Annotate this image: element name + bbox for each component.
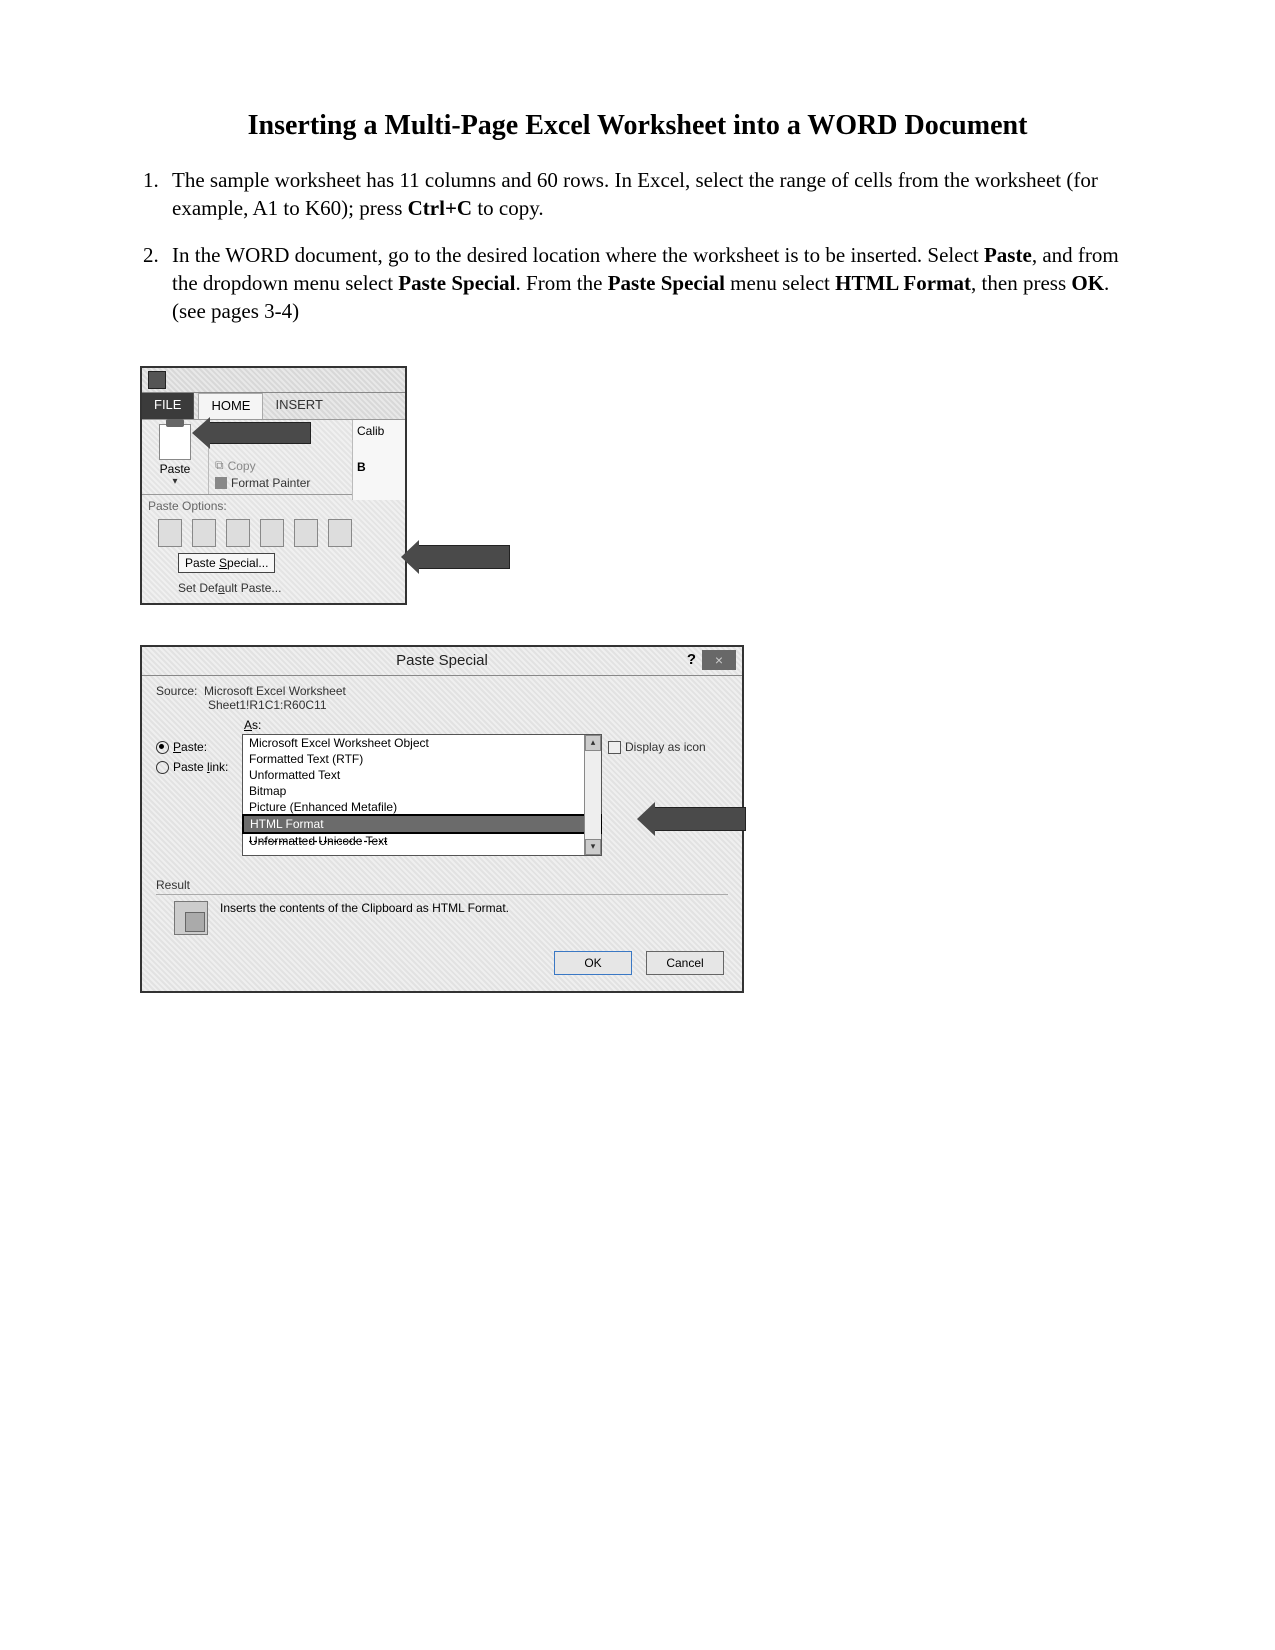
step1-shortcut: Ctrl+C bbox=[408, 196, 472, 220]
dialog-titlebar: Paste Special ? × bbox=[142, 647, 742, 676]
radio-paste-link[interactable]: Paste link: bbox=[156, 760, 236, 774]
paste-special-menu-item[interactable]: Paste Special... bbox=[178, 553, 275, 573]
step1-text-a: The sample worksheet has 11 columns and … bbox=[172, 168, 1098, 220]
set-default-paste-menu-item[interactable]: Set Default Paste... bbox=[178, 581, 399, 595]
result-section: Result Inserts the contents of the Clipb… bbox=[156, 878, 728, 935]
display-as-icon-checkbox[interactable]: Display as icon bbox=[608, 740, 706, 754]
font-name-fragment[interactable]: Calib bbox=[357, 424, 401, 438]
list-item[interactable]: Microsoft Excel Worksheet Object bbox=[243, 735, 601, 751]
step2-e: . From the bbox=[516, 271, 608, 295]
paste-icon bbox=[159, 424, 191, 460]
paste-special-dialog: Paste Special ? × Source: Microsoft Exce… bbox=[140, 645, 744, 993]
display-as-icon-label: Display as icon bbox=[625, 740, 706, 754]
result-label: Result bbox=[156, 878, 206, 895]
list-item[interactable]: Picture (Enhanced Metafile) bbox=[243, 799, 601, 815]
callout-arrow-icon bbox=[654, 807, 746, 831]
list-item[interactable]: Formatted Text (RTF) bbox=[243, 751, 601, 767]
step2-g: menu select bbox=[725, 271, 835, 295]
font-group-fragment: Calib B bbox=[352, 420, 405, 500]
callout-arrow-icon bbox=[209, 422, 311, 444]
format-painter-label: Format Painter bbox=[231, 476, 310, 490]
checkbox-icon bbox=[608, 741, 621, 754]
steps-list: The sample worksheet has 11 columns and … bbox=[130, 166, 1145, 326]
list-item[interactable]: Unformatted Unicode Text bbox=[243, 833, 601, 849]
paste-option-icon-1[interactable] bbox=[158, 519, 182, 547]
brush-icon bbox=[215, 477, 227, 489]
ok-button[interactable]: OK bbox=[554, 951, 632, 975]
paste-option-icon-4[interactable] bbox=[260, 519, 284, 547]
ribbon-tabs: FILE HOME INSERT bbox=[142, 393, 405, 419]
radio-icon bbox=[156, 741, 169, 754]
format-listbox[interactable]: Microsoft Excel Worksheet Object Formatt… bbox=[242, 734, 602, 856]
step2-j: OK bbox=[1071, 271, 1104, 295]
paste-options-label: Paste Options: bbox=[148, 499, 399, 513]
step2-b: Paste bbox=[984, 243, 1032, 267]
paste-option-icon-2[interactable] bbox=[192, 519, 216, 547]
dialog-title: Paste Special bbox=[396, 652, 488, 669]
result-text: Inserts the contents of the Clipboard as… bbox=[220, 901, 509, 935]
source-label: Source: bbox=[156, 684, 197, 698]
word-app-icon bbox=[148, 371, 166, 389]
dialog-buttons: OK Cancel bbox=[142, 935, 742, 991]
step2-f: Paste Special bbox=[608, 271, 725, 295]
paste-option-icon-5[interactable] bbox=[294, 519, 318, 547]
paste-option-icon-3[interactable] bbox=[226, 519, 250, 547]
radio-icon bbox=[156, 761, 169, 774]
step2-i: , then press bbox=[971, 271, 1071, 295]
tab-file[interactable]: FILE bbox=[142, 393, 194, 419]
display-as-icon-group: Display as icon bbox=[608, 718, 728, 856]
as-label: As: bbox=[244, 718, 602, 732]
scroll-up-icon[interactable]: ▴ bbox=[585, 735, 601, 751]
paste-label: Paste bbox=[142, 462, 208, 476]
word-ribbon-panel: FILE HOME INSERT Paste ▾ ✂Cut ⧉Copy Form… bbox=[140, 366, 407, 605]
step-2: In the WORD document, go to the desired … bbox=[164, 241, 1145, 326]
list-item[interactable]: Bitmap bbox=[243, 783, 601, 799]
callout-arrow-icon bbox=[418, 545, 510, 569]
list-item-selected[interactable]: HTML Format bbox=[242, 814, 602, 834]
list-item[interactable]: Unformatted Text bbox=[243, 767, 601, 783]
source-line2: Sheet1!R1C1:R60C11 bbox=[208, 698, 327, 712]
scroll-down-icon[interactable]: ▾ bbox=[585, 839, 601, 855]
step-1: The sample worksheet has 11 columns and … bbox=[164, 166, 1145, 223]
listbox-scrollbar[interactable]: ▴ ▾ bbox=[584, 735, 601, 855]
paste-mode-radios: Paste: Paste link: bbox=[156, 718, 236, 856]
clipboard-result-icon bbox=[174, 901, 208, 935]
copy-label: Copy bbox=[228, 459, 256, 473]
ribbon-body: Paste ▾ ✂Cut ⧉Copy Format Painter Calib … bbox=[142, 419, 405, 494]
page-title: Inserting a Multi-Page Excel Worksheet i… bbox=[130, 110, 1145, 142]
close-button[interactable]: × bbox=[702, 650, 736, 670]
step2-h: HTML Format bbox=[835, 271, 971, 295]
bold-button[interactable]: B bbox=[357, 460, 401, 474]
step1-text-c: to copy. bbox=[472, 196, 544, 220]
step2-d: Paste Special bbox=[398, 271, 515, 295]
tab-home[interactable]: HOME bbox=[198, 393, 263, 419]
tab-insert[interactable]: INSERT bbox=[263, 393, 334, 419]
radio-paste[interactable]: Paste: bbox=[156, 740, 236, 754]
dialog-source: Source: Microsoft Excel Worksheet Sheet1… bbox=[142, 676, 742, 714]
source-line1: Microsoft Excel Worksheet bbox=[204, 684, 346, 698]
copy-icon: ⧉ bbox=[215, 458, 224, 473]
paste-options-dropdown: Paste Options: Paste Special... Set Defa… bbox=[142, 494, 405, 603]
step2-a: In the WORD document, go to the desired … bbox=[172, 243, 984, 267]
paste-options-icons bbox=[158, 519, 399, 547]
paste-option-icon-6[interactable] bbox=[328, 519, 352, 547]
cancel-button[interactable]: Cancel bbox=[646, 951, 724, 975]
help-button[interactable]: ? bbox=[687, 651, 696, 668]
window-titlebar bbox=[142, 368, 405, 393]
paste-dropdown-arrow-icon[interactable]: ▾ bbox=[142, 476, 208, 487]
